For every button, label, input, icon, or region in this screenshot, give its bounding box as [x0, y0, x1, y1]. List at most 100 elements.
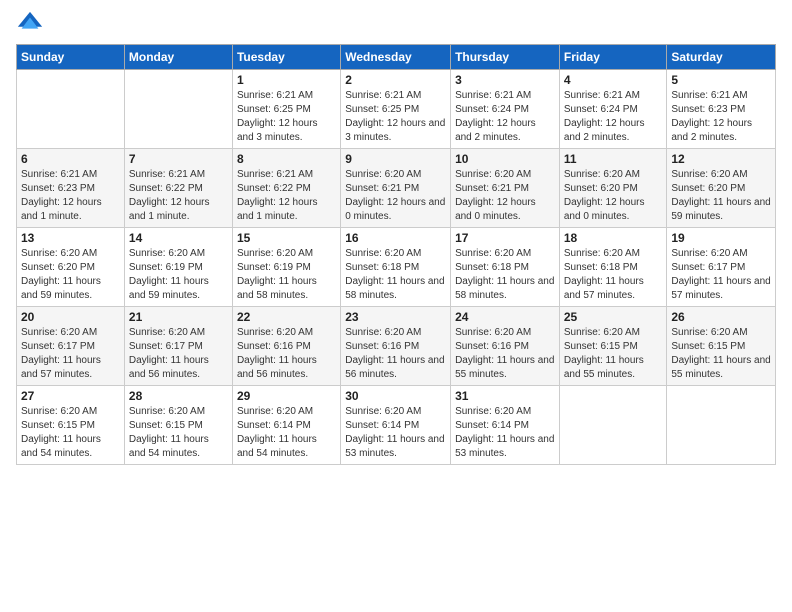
logo-icon: [16, 10, 44, 38]
day-info: Sunrise: 6:20 AM Sunset: 6:14 PM Dayligh…: [455, 405, 555, 461]
calendar-cell: 1Sunrise: 6:21 AM Sunset: 6:25 PM Daylig…: [232, 70, 340, 149]
day-info: Sunrise: 6:20 AM Sunset: 6:20 PM Dayligh…: [671, 168, 771, 224]
calendar-cell: 22 Sunrise: 6:20 AM Sunset: 6:16 PM Dayli…: [232, 307, 340, 386]
calendar-week-row: 6 Sunrise: 6:21 AM Sunset: 6:23 PM Daylig…: [17, 149, 776, 228]
calendar-cell: 9 Sunrise: 6:20 AM Sunset: 6:21 PM Daylig…: [341, 149, 451, 228]
day-info: Sunrise: 6:20 AM Sunset: 6:16 PM Dayligh…: [237, 326, 336, 382]
day-info: Sunrise: 6:21 AM Sunset: 6:22 PM Dayligh…: [129, 168, 228, 224]
calendar-cell: 20Sunrise: 6:20 AM Sunset: 6:17 PM Dayli…: [17, 307, 125, 386]
day-number: 30: [345, 389, 446, 403]
day-number: 18: [564, 231, 663, 245]
calendar-cell: 17 Sunrise: 6:20 AM Sunset: 6:18 PM Dayli…: [451, 228, 560, 307]
day-number: 23: [345, 310, 446, 324]
day-number: 19: [671, 231, 771, 245]
calendar-header-row: SundayMondayTuesdayWednesdayThursdayFrid…: [17, 45, 776, 70]
day-info: Sunrise: 6:20 AM Sunset: 6:16 PM Dayligh…: [345, 326, 446, 382]
day-number: 16: [345, 231, 446, 245]
day-info: Sunrise: 6:21 AM Sunset: 6:22 PM Dayligh…: [237, 168, 336, 224]
day-info: Sunrise: 6:20 AM Sunset: 6:17 PM Dayligh…: [671, 247, 771, 303]
day-number: 26: [671, 310, 771, 324]
day-number: 15: [237, 231, 336, 245]
header: [16, 10, 776, 38]
calendar-cell: 2 Sunrise: 6:21 AM Sunset: 6:25 PM Daylig…: [341, 70, 451, 149]
day-info: Sunrise: 6:21 AM Sunset: 6:24 PM Dayligh…: [564, 89, 663, 145]
day-number: 5: [671, 73, 771, 87]
day-info: Sunrise: 6:20 AM Sunset: 6:18 PM Dayligh…: [345, 247, 446, 303]
day-info: Sunrise: 6:20 AM Sunset: 6:14 PM Dayligh…: [237, 405, 336, 461]
day-info: Sunrise: 6:20 AM Sunset: 6:17 PM Dayligh…: [21, 326, 120, 382]
day-of-week-header: Thursday: [451, 45, 560, 70]
day-info: Sunrise: 6:20 AM Sunset: 6:18 PM Dayligh…: [455, 247, 555, 303]
calendar-cell: 21Sunrise: 6:20 AM Sunset: 6:17 PM Dayli…: [124, 307, 232, 386]
calendar-cell: 25Sunrise: 6:20 AM Sunset: 6:15 PM Dayli…: [559, 307, 667, 386]
day-number: 6: [21, 152, 120, 166]
day-info: Sunrise: 6:21 AM Sunset: 6:23 PM Dayligh…: [671, 89, 771, 145]
day-number: 3: [455, 73, 555, 87]
day-of-week-header: Friday: [559, 45, 667, 70]
calendar-cell: [124, 70, 232, 149]
day-of-week-header: Wednesday: [341, 45, 451, 70]
day-info: Sunrise: 6:20 AM Sunset: 6:21 PM Dayligh…: [345, 168, 446, 224]
day-info: Sunrise: 6:21 AM Sunset: 6:25 PM Dayligh…: [345, 89, 446, 145]
calendar-cell: 13 Sunrise: 6:20 AM Sunset: 6:20 PM Dayli…: [17, 228, 125, 307]
calendar-table: SundayMondayTuesdayWednesdayThursdayFrid…: [16, 44, 776, 465]
calendar-week-row: 20Sunrise: 6:20 AM Sunset: 6:17 PM Dayli…: [17, 307, 776, 386]
day-info: Sunrise: 6:20 AM Sunset: 6:20 PM Dayligh…: [564, 168, 663, 224]
calendar-cell: 3Sunrise: 6:21 AM Sunset: 6:24 PM Daylig…: [451, 70, 560, 149]
day-info: Sunrise: 6:20 AM Sunset: 6:19 PM Dayligh…: [237, 247, 336, 303]
calendar-cell: 29 Sunrise: 6:20 AM Sunset: 6:14 PM Dayli…: [232, 386, 340, 465]
calendar-cell: 27 Sunrise: 6:20 AM Sunset: 6:15 PM Dayli…: [17, 386, 125, 465]
page: SundayMondayTuesdayWednesdayThursdayFrid…: [0, 0, 792, 612]
day-number: 10: [455, 152, 555, 166]
day-info: Sunrise: 6:20 AM Sunset: 6:15 PM Dayligh…: [671, 326, 771, 382]
calendar-cell: [17, 70, 125, 149]
calendar-week-row: 1 Sunrise: 6:21 AM Sunset: 6:25 PM Daylig…: [17, 70, 776, 149]
day-number: 31: [455, 389, 555, 403]
day-of-week-header: Saturday: [667, 45, 776, 70]
day-number: 21: [129, 310, 228, 324]
calendar-cell: 30 Sunrise: 6:20 AM Sunset: 6:14 PM Dayli…: [341, 386, 451, 465]
day-number: 22: [237, 310, 336, 324]
day-number: 29: [237, 389, 336, 403]
calendar-cell: 31 Sunrise: 6:20 AM Sunset: 6:14 PM Dayli…: [451, 386, 560, 465]
calendar-cell: 5 Sunrise: 6:21 AM Sunset: 6:23 PM Daylig…: [667, 70, 776, 149]
calendar-cell: [667, 386, 776, 465]
calendar-cell: 23 Sunrise: 6:20 AM Sunset: 6:16 PM Dayli…: [341, 307, 451, 386]
calendar-cell: 4Sunrise: 6:21 AM Sunset: 6:24 PM Daylig…: [559, 70, 667, 149]
day-number: 24: [455, 310, 555, 324]
calendar-cell: 7Sunrise: 6:21 AM Sunset: 6:22 PM Daylig…: [124, 149, 232, 228]
day-info: Sunrise: 6:21 AM Sunset: 6:23 PM Dayligh…: [21, 168, 120, 224]
calendar-cell: 8Sunrise: 6:21 AM Sunset: 6:22 PM Daylig…: [232, 149, 340, 228]
day-number: 12: [671, 152, 771, 166]
calendar-cell: 24 Sunrise: 6:20 AM Sunset: 6:16 PM Dayli…: [451, 307, 560, 386]
day-number: 13: [21, 231, 120, 245]
day-info: Sunrise: 6:20 AM Sunset: 6:18 PM Dayligh…: [564, 247, 663, 303]
calendar-cell: 10 Sunrise: 6:20 AM Sunset: 6:21 PM Dayli…: [451, 149, 560, 228]
calendar-cell: 28Sunrise: 6:20 AM Sunset: 6:15 PM Dayli…: [124, 386, 232, 465]
calendar-week-row: 27 Sunrise: 6:20 AM Sunset: 6:15 PM Dayli…: [17, 386, 776, 465]
calendar-cell: 14Sunrise: 6:20 AM Sunset: 6:19 PM Dayli…: [124, 228, 232, 307]
day-info: Sunrise: 6:20 AM Sunset: 6:14 PM Dayligh…: [345, 405, 446, 461]
day-of-week-header: Monday: [124, 45, 232, 70]
day-number: 27: [21, 389, 120, 403]
day-info: Sunrise: 6:20 AM Sunset: 6:15 PM Dayligh…: [21, 405, 120, 461]
day-of-week-header: Tuesday: [232, 45, 340, 70]
day-info: Sunrise: 6:20 AM Sunset: 6:16 PM Dayligh…: [455, 326, 555, 382]
calendar-cell: 16 Sunrise: 6:20 AM Sunset: 6:18 PM Dayli…: [341, 228, 451, 307]
calendar-cell: 6 Sunrise: 6:21 AM Sunset: 6:23 PM Daylig…: [17, 149, 125, 228]
day-info: Sunrise: 6:20 AM Sunset: 6:20 PM Dayligh…: [21, 247, 120, 303]
logo: [16, 10, 48, 38]
day-number: 1: [237, 73, 336, 87]
calendar-week-row: 13 Sunrise: 6:20 AM Sunset: 6:20 PM Dayli…: [17, 228, 776, 307]
day-of-week-header: Sunday: [17, 45, 125, 70]
day-number: 2: [345, 73, 446, 87]
day-number: 28: [129, 389, 228, 403]
calendar-cell: [559, 386, 667, 465]
calendar-cell: 12 Sunrise: 6:20 AM Sunset: 6:20 PM Dayli…: [667, 149, 776, 228]
calendar-cell: 18 Sunrise: 6:20 AM Sunset: 6:18 PM Dayli…: [559, 228, 667, 307]
day-info: Sunrise: 6:20 AM Sunset: 6:21 PM Dayligh…: [455, 168, 555, 224]
day-number: 11: [564, 152, 663, 166]
calendar-cell: 26 Sunrise: 6:20 AM Sunset: 6:15 PM Dayli…: [667, 307, 776, 386]
day-number: 9: [345, 152, 446, 166]
day-number: 17: [455, 231, 555, 245]
